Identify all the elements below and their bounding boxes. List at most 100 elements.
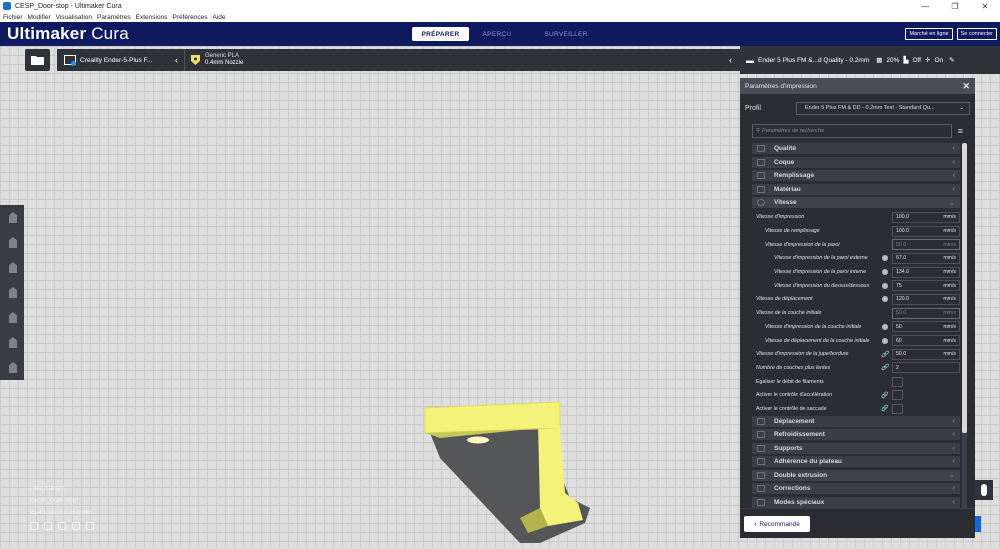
menu-preferences[interactable]: Préférences — [172, 14, 207, 21]
category-speed[interactable]: Vitesse ⌄ — [752, 197, 960, 208]
panel-footer: ‹ Recommandé — [740, 508, 975, 538]
printer-selector[interactable]: Creality Ender-5-Plus F... ‹ — [57, 49, 184, 71]
scale-tool-icon[interactable] — [9, 237, 17, 248]
view-right-icon[interactable] — [86, 522, 94, 530]
setting-value-input[interactable]: 50.0 mm/s — [892, 239, 960, 251]
edit-pencil-icon[interactable]: ✎ — [949, 56, 954, 64]
menu-view[interactable]: Visualisation — [56, 14, 92, 21]
maximize-button[interactable]: ❐ — [940, 2, 970, 11]
info-icon[interactable] — [882, 296, 888, 303]
view-top-icon[interactable] — [58, 522, 66, 530]
mesh-fixes-icon — [757, 485, 765, 493]
setting-value-input[interactable]: 60 mm/s — [892, 335, 960, 347]
settings-visibility-menu-icon[interactable]: ≡ — [958, 126, 963, 136]
mesh-tools-icon[interactable] — [9, 362, 17, 373]
marketplace-button[interactable]: Marché en ligne — [905, 28, 953, 40]
settings-search-input[interactable]: ⚲ Paramètres de recherche — [752, 124, 952, 138]
equalize-flow-checkbox[interactable] — [892, 376, 903, 387]
acceleration-checkbox[interactable] — [892, 390, 903, 401]
setting-unit: mm/s — [943, 323, 956, 330]
category-material[interactable]: Matériau ‹ — [752, 183, 960, 195]
tab-prepare[interactable]: PRÉPARER — [412, 27, 469, 41]
setting-value-input[interactable]: 134.0 mm/s — [892, 266, 960, 278]
category-special-modes[interactable]: Modes spéciaux ‹ — [752, 496, 960, 508]
menu-edit[interactable]: Modifier — [28, 14, 51, 21]
category-dual-extrusion[interactable]: Double extrusion ⌄ — [752, 469, 960, 481]
profile-label: Profil — [745, 104, 761, 112]
info-icon[interactable] — [882, 269, 888, 276]
view-left-icon[interactable] — [72, 522, 80, 530]
setting-value: 50 — [896, 323, 902, 330]
info-icon[interactable] — [882, 255, 888, 262]
scrollbar-thumb[interactable] — [962, 143, 967, 433]
minimize-button[interactable]: — — [910, 2, 940, 11]
setting-value-input[interactable]: 100.0 mm/s — [892, 211, 960, 223]
setting-value-input[interactable]: 120.0 mm/s — [892, 293, 960, 305]
category-mesh-fixes[interactable]: Corrections ‹ — [752, 483, 960, 495]
adhesion-icon: ✛ — [925, 57, 931, 64]
open-file-button[interactable] — [25, 49, 50, 71]
category-cooling[interactable]: Refroidissement ‹ — [752, 429, 960, 441]
action-bar: Creality Ender-5-Plus F... ‹ Generic PLA… — [0, 46, 740, 74]
setting-value-input[interactable]: 50 mm/s — [892, 321, 960, 333]
menu-extensions[interactable]: Extensions — [136, 14, 168, 21]
chevron-left-icon: ‹ — [952, 145, 955, 152]
close-window-button[interactable]: ✕ — [970, 2, 1000, 11]
speed-settings: Vitesse d'impression 100.0 mm/s Vitesse de … — [752, 211, 960, 375]
view-3d-icon[interactable] — [30, 522, 38, 530]
setting-value-input[interactable]: 75 mm/s — [892, 280, 960, 292]
tab-monitor[interactable]: SURVEILLER — [525, 27, 607, 41]
close-panel-icon[interactable]: ✕ — [962, 81, 970, 92]
info-icon[interactable] — [882, 337, 888, 344]
setting-row: Vitesse de la couche initiale 50.0 mm/s — [752, 306, 960, 320]
info-icon[interactable] — [882, 323, 888, 330]
category-travel[interactable]: Déplacement ‹ — [752, 415, 960, 427]
print-settings-summary[interactable]: ▬ Ender 5 Plus FM &...d Quality - 0.2mm … — [740, 46, 1000, 74]
menu-help[interactable]: Aide — [212, 14, 225, 21]
setting-value-input[interactable]: 2 — [892, 362, 960, 374]
setting-name: Vitesse d'impression de la couche initia… — [765, 323, 862, 330]
view-front-icon[interactable] — [44, 522, 52, 530]
move-tool-icon[interactable] — [9, 212, 17, 223]
info-icon[interactable] — [882, 282, 888, 289]
profile-value: Ender 5 Plus FM & DD - 0.2mm Test - Stan… — [805, 105, 935, 111]
recommended-mode-button[interactable]: ‹ Recommandé — [744, 516, 810, 532]
setting-value-input[interactable]: 50.0 mm/s — [892, 307, 960, 319]
category-support[interactable]: Supports ‹ — [752, 442, 960, 454]
tab-preview[interactable]: APERÇU — [469, 27, 525, 41]
setting-row: Vitesse d'impression de la paroi 50.0 mm/s — [752, 238, 960, 252]
chevron-down-icon: ⌄ — [949, 472, 955, 480]
settings-scrollbar[interactable] — [962, 143, 967, 513]
jerk-checkbox[interactable] — [892, 403, 903, 414]
slice-button[interactable] — [975, 516, 981, 532]
chevron-left-icon: ‹ — [952, 172, 955, 179]
per-model-settings-icon[interactable] — [9, 312, 17, 323]
mirror-tool-icon[interactable] — [9, 287, 17, 298]
setting-value-input[interactable]: 100.0 mm/s — [892, 225, 960, 237]
category-adhesion[interactable]: Adhérence du plateau ‹ — [752, 456, 960, 468]
rotate-tool-icon[interactable] — [9, 262, 17, 273]
setting-name: Vitesse de la couche initiale — [756, 310, 822, 317]
category-infill[interactable]: Remplissage ‹ — [752, 170, 960, 181]
profile-dropdown[interactable]: Ender 5 Plus FM & DD - 0.2mm Test - Stan… — [796, 101, 970, 115]
setting-name: Vitesse d'impression de la paroi — [765, 241, 840, 248]
category-shell[interactable]: Coque ‹ — [752, 156, 960, 168]
menu-file[interactable]: Fichier — [3, 14, 23, 21]
setting-jerk-control: Activer le contrôle de saccade 🔗 — [752, 402, 960, 416]
menu-settings[interactable]: Paramètres — [97, 14, 131, 21]
setting-value-input[interactable]: 50.0 mm/s — [892, 348, 960, 360]
support-blocker-icon[interactable] — [9, 337, 17, 348]
chevron-left-icon: ‹ — [952, 498, 955, 506]
chevron-left-icon: ‹ — [729, 55, 732, 65]
extruder-icon — [191, 55, 200, 65]
setting-unit: mm/s — [943, 241, 956, 248]
category-quality[interactable]: Qualité ‹ — [752, 143, 960, 154]
material-selector[interactable]: Generic PLA 0.4mm Nozzle ‹ — [184, 49, 740, 71]
object-dimensions: 25.4 x 110.0 x 25.0 mm — [30, 510, 93, 516]
sign-in-button[interactable]: Se connecter — [956, 28, 997, 40]
door-stop-model[interactable] — [420, 398, 590, 543]
profile-row: Profil Ender 5 Plus FM & DD - 0.2mm Test… — [740, 97, 975, 119]
side-toggle[interactable] — [975, 480, 993, 500]
setting-value-input[interactable]: 67.0 mm/s — [892, 252, 960, 264]
object-list-toggle[interactable]: Liste d'objets — [30, 486, 120, 492]
